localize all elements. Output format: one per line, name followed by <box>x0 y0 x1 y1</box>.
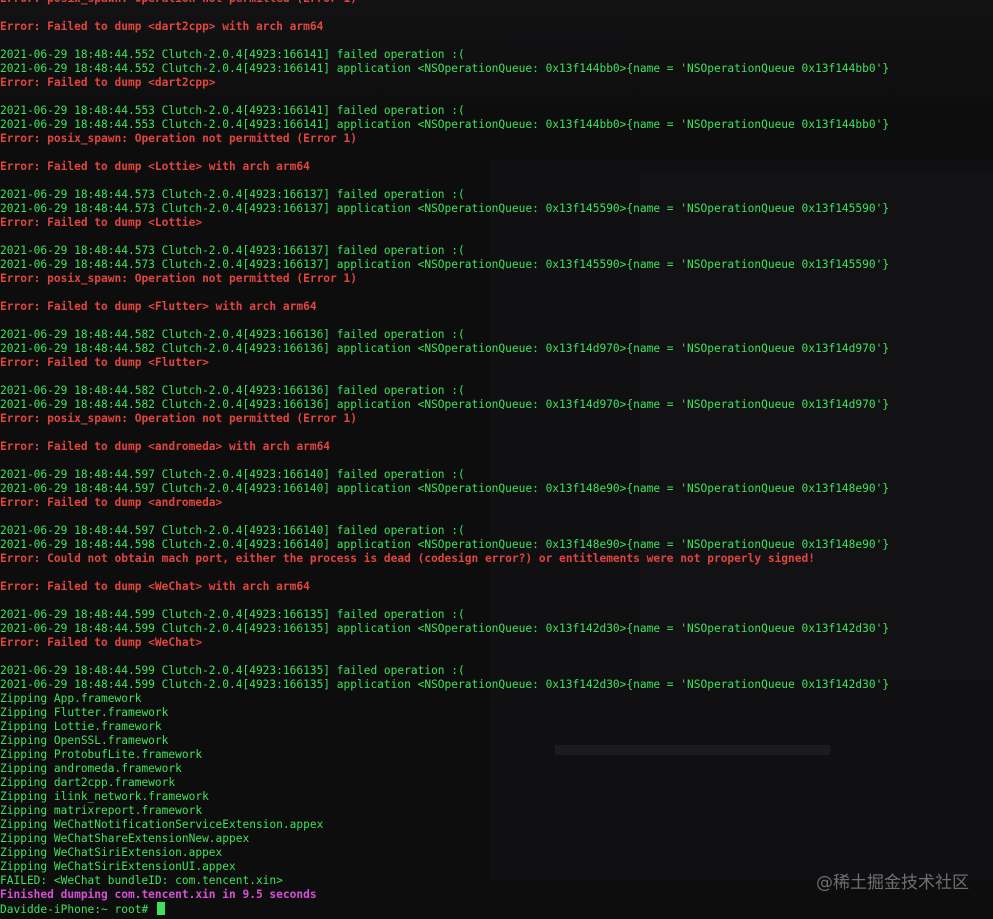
output-line <box>0 286 889 300</box>
output-line: Zipping matrixreport.framework <box>0 804 203 817</box>
output-line <box>0 566 889 580</box>
error-line: Error: posix_spawn: Operation not permit… <box>0 132 357 145</box>
error-line: Error: Failed to dump <dart2cpp> with ar… <box>0 20 324 33</box>
output-line: 2021-06-29 18:48:44.552 Clutch-2.0.4[492… <box>0 62 890 75</box>
output-line: 2021-06-29 18:48:44.573 Clutch-2.0.4[492… <box>0 188 465 201</box>
output-line: Zipping WeChatSiriExtensionUI.appex <box>0 860 236 873</box>
output-line: 2021-06-29 18:48:44.553 Clutch-2.0.4[492… <box>0 104 465 117</box>
output-line: 2021-06-29 18:48:44.599 Clutch-2.0.4[492… <box>0 622 890 635</box>
output-line: Zipping ProtobufLite.framework <box>0 748 203 761</box>
output-line: 2021-06-29 18:48:44.599 Clutch-2.0.4[492… <box>0 678 890 691</box>
error-line: Error: posix_spawn: Operation not permit… <box>0 272 357 285</box>
output-line: 2021-06-29 18:48:44.573 Clutch-2.0.4[492… <box>0 244 465 257</box>
output-line <box>0 90 889 104</box>
output-line: Zipping OpenSSL.framework <box>0 734 169 747</box>
error-line: Error: Failed to dump <Lottie> <box>0 216 203 229</box>
output-line <box>0 454 889 468</box>
output-line <box>0 650 889 664</box>
output-line: 2021-06-29 18:48:44.599 Clutch-2.0.4[492… <box>0 664 465 677</box>
finished-line: Finished dumping com.tencent.xin in 9.5 … <box>0 888 317 901</box>
output-line: 2021-06-29 18:48:44.582 Clutch-2.0.4[492… <box>0 384 465 397</box>
output-line <box>0 510 889 524</box>
output-line: Zipping WeChatShareExtensionNew.appex <box>0 832 250 845</box>
output-line: 2021-06-29 18:48:44.552 Clutch-2.0.4[492… <box>0 48 465 61</box>
error-line: Error: Failed to dump <Flutter> with arc… <box>0 300 317 313</box>
output-line <box>0 146 889 160</box>
output-line: 2021-06-29 18:48:44.582 Clutch-2.0.4[492… <box>0 342 890 355</box>
output-line <box>0 426 889 440</box>
terminal-window[interactable]: Error: posix_spawn: Operation not permit… <box>0 0 993 919</box>
error-line: Error: Failed to dump <WeChat> with arch… <box>0 580 310 593</box>
output-line: Zipping Flutter.framework <box>0 706 169 719</box>
output-line: 2021-06-29 18:48:44.597 Clutch-2.0.4[492… <box>0 468 465 481</box>
error-line: Error: Failed to dump <andromeda> with a… <box>0 440 331 453</box>
output-line <box>0 6 889 20</box>
output-line: Zipping dart2cpp.framework <box>0 776 176 789</box>
output-line: 2021-06-29 18:48:44.582 Clutch-2.0.4[492… <box>0 328 465 341</box>
output-line: Zipping WeChatSiriExtension.appex <box>0 846 223 859</box>
output-line <box>0 370 889 384</box>
error-line: Error: Failed to dump <dart2cpp> <box>0 76 216 89</box>
output-line <box>0 594 889 608</box>
error-line: Error: posix_spawn: Operation not permit… <box>0 412 357 425</box>
output-line: 2021-06-29 18:48:44.553 Clutch-2.0.4[492… <box>0 118 890 131</box>
output-line: Zipping andromeda.framework <box>0 762 182 775</box>
shell-prompt: Davidde-iPhone:~ root# <box>0 903 155 916</box>
error-line: Error: Failed to dump <Lottie> with arch… <box>0 160 310 173</box>
output-line: 2021-06-29 18:48:44.598 Clutch-2.0.4[492… <box>0 538 890 551</box>
error-line: Error: Failed to dump <Flutter> <box>0 356 209 369</box>
output-line: 2021-06-29 18:48:44.597 Clutch-2.0.4[492… <box>0 524 465 537</box>
output-line <box>0 314 889 328</box>
terminal-output: Error: posix_spawn: Operation not permit… <box>0 0 889 916</box>
output-line: 2021-06-29 18:48:44.573 Clutch-2.0.4[492… <box>0 202 890 215</box>
output-line: 2021-06-29 18:48:44.582 Clutch-2.0.4[492… <box>0 398 890 411</box>
output-line: 2021-06-29 18:48:44.597 Clutch-2.0.4[492… <box>0 482 890 495</box>
output-line: FAILED: <WeChat bundleID: com.tencent.xi… <box>0 874 283 887</box>
output-line: 2021-06-29 18:48:44.573 Clutch-2.0.4[492… <box>0 258 890 271</box>
output-line <box>0 174 889 188</box>
output-line <box>0 230 889 244</box>
output-line <box>0 34 889 48</box>
shell-prompt-line[interactable]: Davidde-iPhone:~ root# <box>0 902 889 916</box>
watermark: @稀土掘金技术社区 <box>816 873 969 893</box>
output-line: Zipping Lottie.framework <box>0 720 162 733</box>
output-line: Zipping WeChatNotificationServiceExtensi… <box>0 818 324 831</box>
output-line: 2021-06-29 18:48:44.599 Clutch-2.0.4[492… <box>0 608 465 621</box>
error-line: Error: Failed to dump <WeChat> <box>0 636 203 649</box>
output-line: Zipping App.framework <box>0 692 142 705</box>
error-line: Error: Failed to dump <andromeda> <box>0 496 223 509</box>
output-line: Zipping ilink_network.framework <box>0 790 209 803</box>
error-line: Error: Could not obtain mach port, eithe… <box>0 552 815 565</box>
text-cursor[interactable] <box>156 902 165 915</box>
